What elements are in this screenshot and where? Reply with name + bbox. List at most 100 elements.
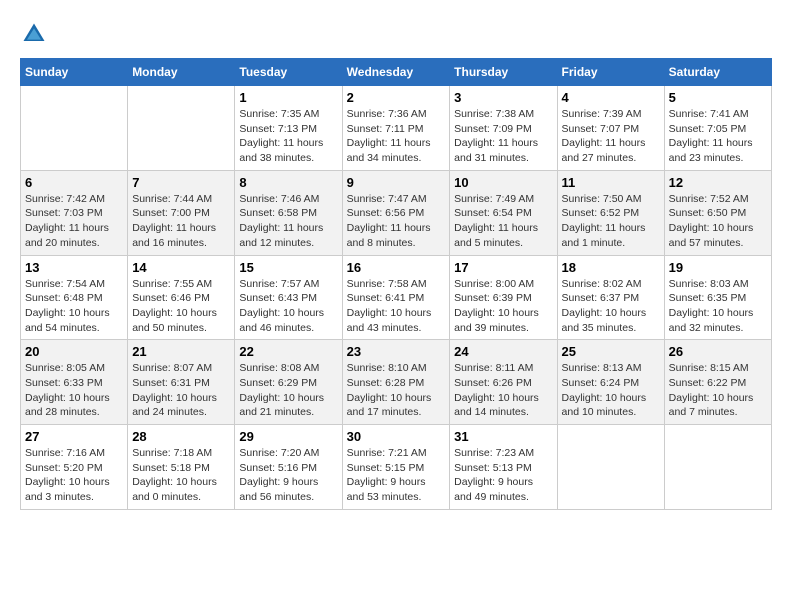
calendar-cell: 27 Sunrise: 7:16 AM Sunset: 5:20 PM Dayli… [21, 425, 128, 510]
day-info: Sunrise: 8:05 AM Sunset: 6:33 PM Dayligh… [25, 361, 123, 420]
day-info: Sunrise: 7:41 AM Sunset: 7:05 PM Dayligh… [669, 107, 767, 166]
page-header [20, 20, 772, 48]
day-info: Sunrise: 7:35 AM Sunset: 7:13 PM Dayligh… [239, 107, 337, 166]
day-info: Sunrise: 7:23 AM Sunset: 5:13 PM Dayligh… [454, 446, 552, 505]
day-number: 24 [454, 344, 552, 359]
day-number: 6 [25, 175, 123, 190]
day-number: 17 [454, 260, 552, 275]
calendar-cell: 14 Sunrise: 7:55 AM Sunset: 6:46 PM Dayli… [128, 255, 235, 340]
calendar-cell: 8 Sunrise: 7:46 AM Sunset: 6:58 PM Daylig… [235, 170, 342, 255]
day-info: Sunrise: 7:42 AM Sunset: 7:03 PM Dayligh… [25, 192, 123, 251]
day-number: 13 [25, 260, 123, 275]
day-number: 23 [347, 344, 446, 359]
calendar-cell: 5 Sunrise: 7:41 AM Sunset: 7:05 PM Daylig… [664, 86, 771, 171]
day-info: Sunrise: 8:13 AM Sunset: 6:24 PM Dayligh… [562, 361, 660, 420]
day-info: Sunrise: 7:44 AM Sunset: 7:00 PM Dayligh… [132, 192, 230, 251]
calendar-week-row: 1 Sunrise: 7:35 AM Sunset: 7:13 PM Daylig… [21, 86, 772, 171]
day-number: 18 [562, 260, 660, 275]
day-number: 29 [239, 429, 337, 444]
calendar-cell [128, 86, 235, 171]
calendar-cell: 22 Sunrise: 8:08 AM Sunset: 6:29 PM Dayli… [235, 340, 342, 425]
day-number: 12 [669, 175, 767, 190]
calendar-table: SundayMondayTuesdayWednesdayThursdayFrid… [20, 58, 772, 510]
column-header-friday: Friday [557, 59, 664, 86]
day-number: 19 [669, 260, 767, 275]
calendar-cell [664, 425, 771, 510]
calendar-cell: 12 Sunrise: 7:52 AM Sunset: 6:50 PM Dayli… [664, 170, 771, 255]
day-info: Sunrise: 7:46 AM Sunset: 6:58 PM Dayligh… [239, 192, 337, 251]
day-info: Sunrise: 7:20 AM Sunset: 5:16 PM Dayligh… [239, 446, 337, 505]
calendar-cell: 13 Sunrise: 7:54 AM Sunset: 6:48 PM Dayli… [21, 255, 128, 340]
column-header-wednesday: Wednesday [342, 59, 450, 86]
calendar-cell: 16Sunrise: 7:58 AM Sunset: 6:41 PM Dayli… [342, 255, 450, 340]
column-header-sunday: Sunday [21, 59, 128, 86]
day-number: 25 [562, 344, 660, 359]
calendar-cell: 1 Sunrise: 7:35 AM Sunset: 7:13 PM Daylig… [235, 86, 342, 171]
column-header-monday: Monday [128, 59, 235, 86]
calendar-cell: 4 Sunrise: 7:39 AM Sunset: 7:07 PM Daylig… [557, 86, 664, 171]
day-number: 30 [347, 429, 446, 444]
day-info: Sunrise: 7:47 AM Sunset: 6:56 PM Dayligh… [347, 192, 446, 251]
column-header-saturday: Saturday [664, 59, 771, 86]
day-info: Sunrise: 8:08 AM Sunset: 6:29 PM Dayligh… [239, 361, 337, 420]
calendar-cell: 21Sunrise: 8:07 AM Sunset: 6:31 PM Dayli… [128, 340, 235, 425]
calendar-cell: 23 Sunrise: 8:10 AM Sunset: 6:28 PM Dayli… [342, 340, 450, 425]
calendar-cell: 31 Sunrise: 7:23 AM Sunset: 5:13 PM Dayli… [450, 425, 557, 510]
day-info: Sunrise: 7:55 AM Sunset: 6:46 PM Dayligh… [132, 277, 230, 336]
calendar-cell: 6 Sunrise: 7:42 AM Sunset: 7:03 PM Daylig… [21, 170, 128, 255]
calendar-cell: 7 Sunrise: 7:44 AM Sunset: 7:00 PM Daylig… [128, 170, 235, 255]
calendar-week-row: 6 Sunrise: 7:42 AM Sunset: 7:03 PM Daylig… [21, 170, 772, 255]
day-number: 14 [132, 260, 230, 275]
day-info: Sunrise: 8:15 AM Sunset: 6:22 PM Dayligh… [669, 361, 767, 420]
day-number: 8 [239, 175, 337, 190]
calendar-cell: 15Sunrise: 7:57 AM Sunset: 6:43 PM Dayli… [235, 255, 342, 340]
calendar-cell: 19 Sunrise: 8:03 AM Sunset: 6:35 PM Dayli… [664, 255, 771, 340]
logo-icon [20, 20, 48, 48]
calendar-cell: 17Sunrise: 8:00 AM Sunset: 6:39 PM Dayli… [450, 255, 557, 340]
day-info: Sunrise: 7:49 AM Sunset: 6:54 PM Dayligh… [454, 192, 552, 251]
day-info: Sunrise: 7:21 AM Sunset: 5:15 PM Dayligh… [347, 446, 446, 505]
day-number: 7 [132, 175, 230, 190]
day-number: 4 [562, 90, 660, 105]
calendar-cell: 3 Sunrise: 7:38 AM Sunset: 7:09 PM Daylig… [450, 86, 557, 171]
day-number: 31 [454, 429, 552, 444]
calendar-cell: 20 Sunrise: 8:05 AM Sunset: 6:33 PM Dayli… [21, 340, 128, 425]
day-info: Sunrise: 7:54 AM Sunset: 6:48 PM Dayligh… [25, 277, 123, 336]
calendar-cell: 29 Sunrise: 7:20 AM Sunset: 5:16 PM Dayli… [235, 425, 342, 510]
day-info: Sunrise: 8:02 AM Sunset: 6:37 PM Dayligh… [562, 277, 660, 336]
day-info: Sunrise: 8:07 AM Sunset: 6:31 PM Dayligh… [132, 361, 230, 420]
day-number: 10 [454, 175, 552, 190]
day-info: Sunrise: 7:16 AM Sunset: 5:20 PM Dayligh… [25, 446, 123, 505]
day-number: 3 [454, 90, 552, 105]
day-info: Sunrise: 8:11 AM Sunset: 6:26 PM Dayligh… [454, 361, 552, 420]
calendar-cell: 26Sunrise: 8:15 AM Sunset: 6:22 PM Dayli… [664, 340, 771, 425]
calendar-cell [557, 425, 664, 510]
calendar-cell: 10 Sunrise: 7:49 AM Sunset: 6:54 PM Dayli… [450, 170, 557, 255]
day-number: 22 [239, 344, 337, 359]
calendar-week-row: 13 Sunrise: 7:54 AM Sunset: 6:48 PM Dayli… [21, 255, 772, 340]
day-number: 1 [239, 90, 337, 105]
calendar-cell [21, 86, 128, 171]
column-header-thursday: Thursday [450, 59, 557, 86]
day-number: 27 [25, 429, 123, 444]
calendar-week-row: 20 Sunrise: 8:05 AM Sunset: 6:33 PM Dayli… [21, 340, 772, 425]
day-info: Sunrise: 7:39 AM Sunset: 7:07 PM Dayligh… [562, 107, 660, 166]
logo [20, 20, 52, 48]
calendar-cell: 2Sunrise: 7:36 AM Sunset: 7:11 PM Daylig… [342, 86, 450, 171]
calendar-cell: 11Sunrise: 7:50 AM Sunset: 6:52 PM Dayli… [557, 170, 664, 255]
calendar-cell: 25 Sunrise: 8:13 AM Sunset: 6:24 PM Dayli… [557, 340, 664, 425]
day-info: Sunrise: 7:52 AM Sunset: 6:50 PM Dayligh… [669, 192, 767, 251]
calendar-cell: 18 Sunrise: 8:02 AM Sunset: 6:37 PM Dayli… [557, 255, 664, 340]
day-info: Sunrise: 8:10 AM Sunset: 6:28 PM Dayligh… [347, 361, 446, 420]
day-number: 5 [669, 90, 767, 105]
calendar-cell: 28Sunrise: 7:18 AM Sunset: 5:18 PM Dayli… [128, 425, 235, 510]
day-number: 11 [562, 175, 660, 190]
calendar-cell: 24 Sunrise: 8:11 AM Sunset: 6:26 PM Dayli… [450, 340, 557, 425]
day-info: Sunrise: 8:03 AM Sunset: 6:35 PM Dayligh… [669, 277, 767, 336]
day-number: 9 [347, 175, 446, 190]
day-info: Sunrise: 7:58 AM Sunset: 6:41 PM Dayligh… [347, 277, 446, 336]
day-number: 2 [347, 90, 446, 105]
day-number: 20 [25, 344, 123, 359]
calendar-cell: 9 Sunrise: 7:47 AM Sunset: 6:56 PM Daylig… [342, 170, 450, 255]
day-info: Sunrise: 7:38 AM Sunset: 7:09 PM Dayligh… [454, 107, 552, 166]
